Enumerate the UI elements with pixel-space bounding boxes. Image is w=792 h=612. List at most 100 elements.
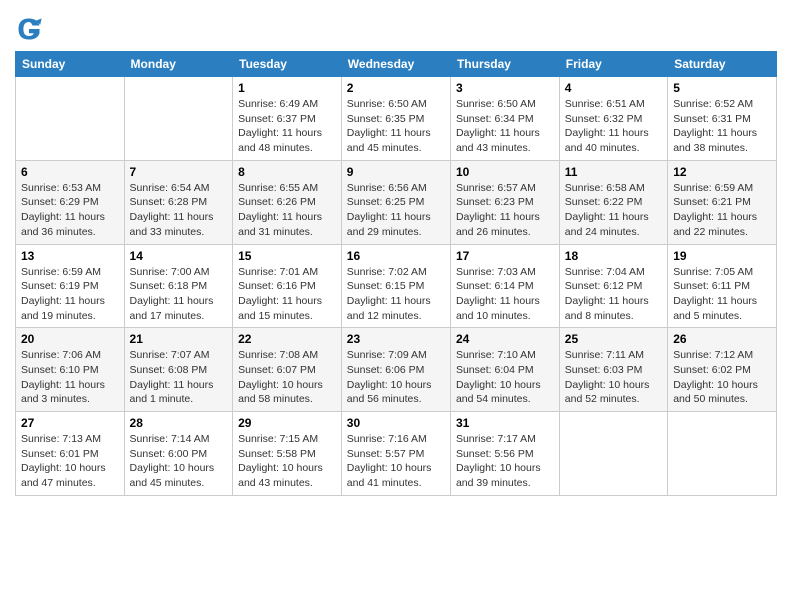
calendar-cell: 31 Sunrise: 7:17 AMSunset: 5:56 PMDayligh… [450,412,559,496]
calendar-cell: 13 Sunrise: 6:59 AMSunset: 6:19 PMDayligh… [16,244,125,328]
calendar-cell: 16 Sunrise: 7:02 AMSunset: 6:15 PMDayligh… [341,244,450,328]
weekday-header-row: SundayMondayTuesdayWednesdayThursdayFrid… [16,52,777,77]
day-info: Sunrise: 7:14 AMSunset: 6:00 PMDaylight:… [130,432,228,491]
day-number: 21 [130,332,228,346]
weekday-header-cell: Friday [559,52,667,77]
day-info: Sunrise: 6:59 AMSunset: 6:19 PMDaylight:… [21,265,119,324]
calendar-cell: 25 Sunrise: 7:11 AMSunset: 6:03 PMDayligh… [559,328,667,412]
calendar-week-row: 20Sunrise: 7:06 AMSunset: 6:10 PMDayligh… [16,328,777,412]
day-number: 14 [130,249,228,263]
day-info: Sunrise: 7:16 AMSunset: 5:57 PMDaylight:… [347,432,445,491]
day-number: 3 [456,81,554,95]
calendar-cell: 6 Sunrise: 6:53 AMSunset: 6:29 PMDaylight… [16,160,125,244]
day-info: Sunrise: 6:55 AMSunset: 6:26 PMDaylight:… [238,181,336,240]
header [15,10,777,43]
calendar-cell: 4 Sunrise: 6:51 AMSunset: 6:32 PMDaylight… [559,77,667,161]
day-info: Sunrise: 7:12 AMSunset: 6:02 PMDaylight:… [673,348,771,407]
calendar-cell: 7Sunrise: 6:54 AMSunset: 6:28 PMDaylight… [124,160,233,244]
calendar-cell [668,412,777,496]
day-info: Sunrise: 6:58 AMSunset: 6:22 PMDaylight:… [565,181,662,240]
day-number: 11 [565,165,662,179]
day-info: Sunrise: 6:49 AMSunset: 6:37 PMDaylight:… [238,97,336,156]
day-info: Sunrise: 7:10 AMSunset: 6:04 PMDaylight:… [456,348,554,407]
day-number: 18 [565,249,662,263]
day-info: Sunrise: 7:11 AMSunset: 6:03 PMDaylight:… [565,348,662,407]
calendar-cell: 8Sunrise: 6:55 AMSunset: 6:26 PMDaylight… [233,160,342,244]
calendar-cell: 17 Sunrise: 7:03 AMSunset: 6:14 PMDayligh… [450,244,559,328]
day-number: 26 [673,332,771,346]
day-info: Sunrise: 6:51 AMSunset: 6:32 PMDaylight:… [565,97,662,156]
day-number: 13 [21,249,119,263]
calendar-cell: 27Sunrise: 7:13 AMSunset: 6:01 PMDayligh… [16,412,125,496]
day-number: 25 [565,332,662,346]
day-info: Sunrise: 7:17 AMSunset: 5:56 PMDaylight:… [456,432,554,491]
day-info: Sunrise: 6:56 AMSunset: 6:25 PMDaylight:… [347,181,445,240]
weekday-header-cell: Monday [124,52,233,77]
calendar: SundayMondayTuesdayWednesdayThursdayFrid… [15,51,777,496]
calendar-week-row: 13 Sunrise: 6:59 AMSunset: 6:19 PMDayligh… [16,244,777,328]
calendar-week-row: 1Sunrise: 6:49 AMSunset: 6:37 PMDaylight… [16,77,777,161]
day-number: 23 [347,332,445,346]
day-info: Sunrise: 7:05 AMSunset: 6:11 PMDaylight:… [673,265,771,324]
day-number: 6 [21,165,119,179]
day-number: 17 [456,249,554,263]
weekday-header-cell: Wednesday [341,52,450,77]
calendar-cell: 24 Sunrise: 7:10 AMSunset: 6:04 PMDayligh… [450,328,559,412]
calendar-cell: 12Sunrise: 6:59 AMSunset: 6:21 PMDayligh… [668,160,777,244]
day-info: Sunrise: 6:52 AMSunset: 6:31 PMDaylight:… [673,97,771,156]
day-number: 29 [238,416,336,430]
calendar-cell: 14Sunrise: 7:00 AMSunset: 6:18 PMDayligh… [124,244,233,328]
day-number: 12 [673,165,771,179]
logo-icon [15,15,43,43]
day-info: Sunrise: 6:57 AMSunset: 6:23 PMDaylight:… [456,181,554,240]
day-info: Sunrise: 6:50 AMSunset: 6:35 PMDaylight:… [347,97,445,156]
calendar-cell: 1Sunrise: 6:49 AMSunset: 6:37 PMDaylight… [233,77,342,161]
day-number: 9 [347,165,445,179]
calendar-cell: 29Sunrise: 7:15 AMSunset: 5:58 PMDayligh… [233,412,342,496]
calendar-cell: 3 Sunrise: 6:50 AMSunset: 6:34 PMDaylight… [450,77,559,161]
day-number: 24 [456,332,554,346]
day-info: Sunrise: 7:02 AMSunset: 6:15 PMDaylight:… [347,265,445,324]
calendar-cell: 28 Sunrise: 7:14 AMSunset: 6:00 PMDayligh… [124,412,233,496]
weekday-header-cell: Tuesday [233,52,342,77]
calendar-cell: 5 Sunrise: 6:52 AMSunset: 6:31 PMDaylight… [668,77,777,161]
day-info: Sunrise: 6:53 AMSunset: 6:29 PMDaylight:… [21,181,119,240]
calendar-cell: 26 Sunrise: 7:12 AMSunset: 6:02 PMDayligh… [668,328,777,412]
day-info: Sunrise: 7:06 AMSunset: 6:10 PMDaylight:… [21,348,119,407]
day-number: 5 [673,81,771,95]
day-info: Sunrise: 7:08 AMSunset: 6:07 PMDaylight:… [238,348,336,407]
day-info: Sunrise: 6:54 AMSunset: 6:28 PMDaylight:… [130,181,228,240]
day-info: Sunrise: 7:03 AMSunset: 6:14 PMDaylight:… [456,265,554,324]
day-number: 2 [347,81,445,95]
day-number: 27 [21,416,119,430]
calendar-cell: 18 Sunrise: 7:04 AMSunset: 6:12 PMDayligh… [559,244,667,328]
calendar-week-row: 6 Sunrise: 6:53 AMSunset: 6:29 PMDaylight… [16,160,777,244]
calendar-cell: 21Sunrise: 7:07 AMSunset: 6:08 PMDayligh… [124,328,233,412]
calendar-cell: 2 Sunrise: 6:50 AMSunset: 6:35 PMDaylight… [341,77,450,161]
calendar-cell: 22 Sunrise: 7:08 AMSunset: 6:07 PMDayligh… [233,328,342,412]
calendar-cell: 19 Sunrise: 7:05 AMSunset: 6:11 PMDayligh… [668,244,777,328]
day-info: Sunrise: 7:09 AMSunset: 6:06 PMDaylight:… [347,348,445,407]
calendar-cell [124,77,233,161]
calendar-cell [559,412,667,496]
calendar-cell: 9 Sunrise: 6:56 AMSunset: 6:25 PMDaylight… [341,160,450,244]
day-info: Sunrise: 7:01 AMSunset: 6:16 PMDaylight:… [238,265,336,324]
day-number: 31 [456,416,554,430]
weekday-header-cell: Saturday [668,52,777,77]
day-number: 10 [456,165,554,179]
day-number: 22 [238,332,336,346]
day-number: 28 [130,416,228,430]
weekday-header-cell: Sunday [16,52,125,77]
weekday-header-cell: Thursday [450,52,559,77]
calendar-cell: 15Sunrise: 7:01 AMSunset: 6:16 PMDayligh… [233,244,342,328]
calendar-cell [16,77,125,161]
calendar-cell: 20Sunrise: 7:06 AMSunset: 6:10 PMDayligh… [16,328,125,412]
day-number: 4 [565,81,662,95]
logo [15,15,47,43]
calendar-body: 1Sunrise: 6:49 AMSunset: 6:37 PMDaylight… [16,77,777,496]
day-number: 19 [673,249,771,263]
day-number: 30 [347,416,445,430]
day-info: Sunrise: 6:50 AMSunset: 6:34 PMDaylight:… [456,97,554,156]
day-info: Sunrise: 7:04 AMSunset: 6:12 PMDaylight:… [565,265,662,324]
day-number: 16 [347,249,445,263]
